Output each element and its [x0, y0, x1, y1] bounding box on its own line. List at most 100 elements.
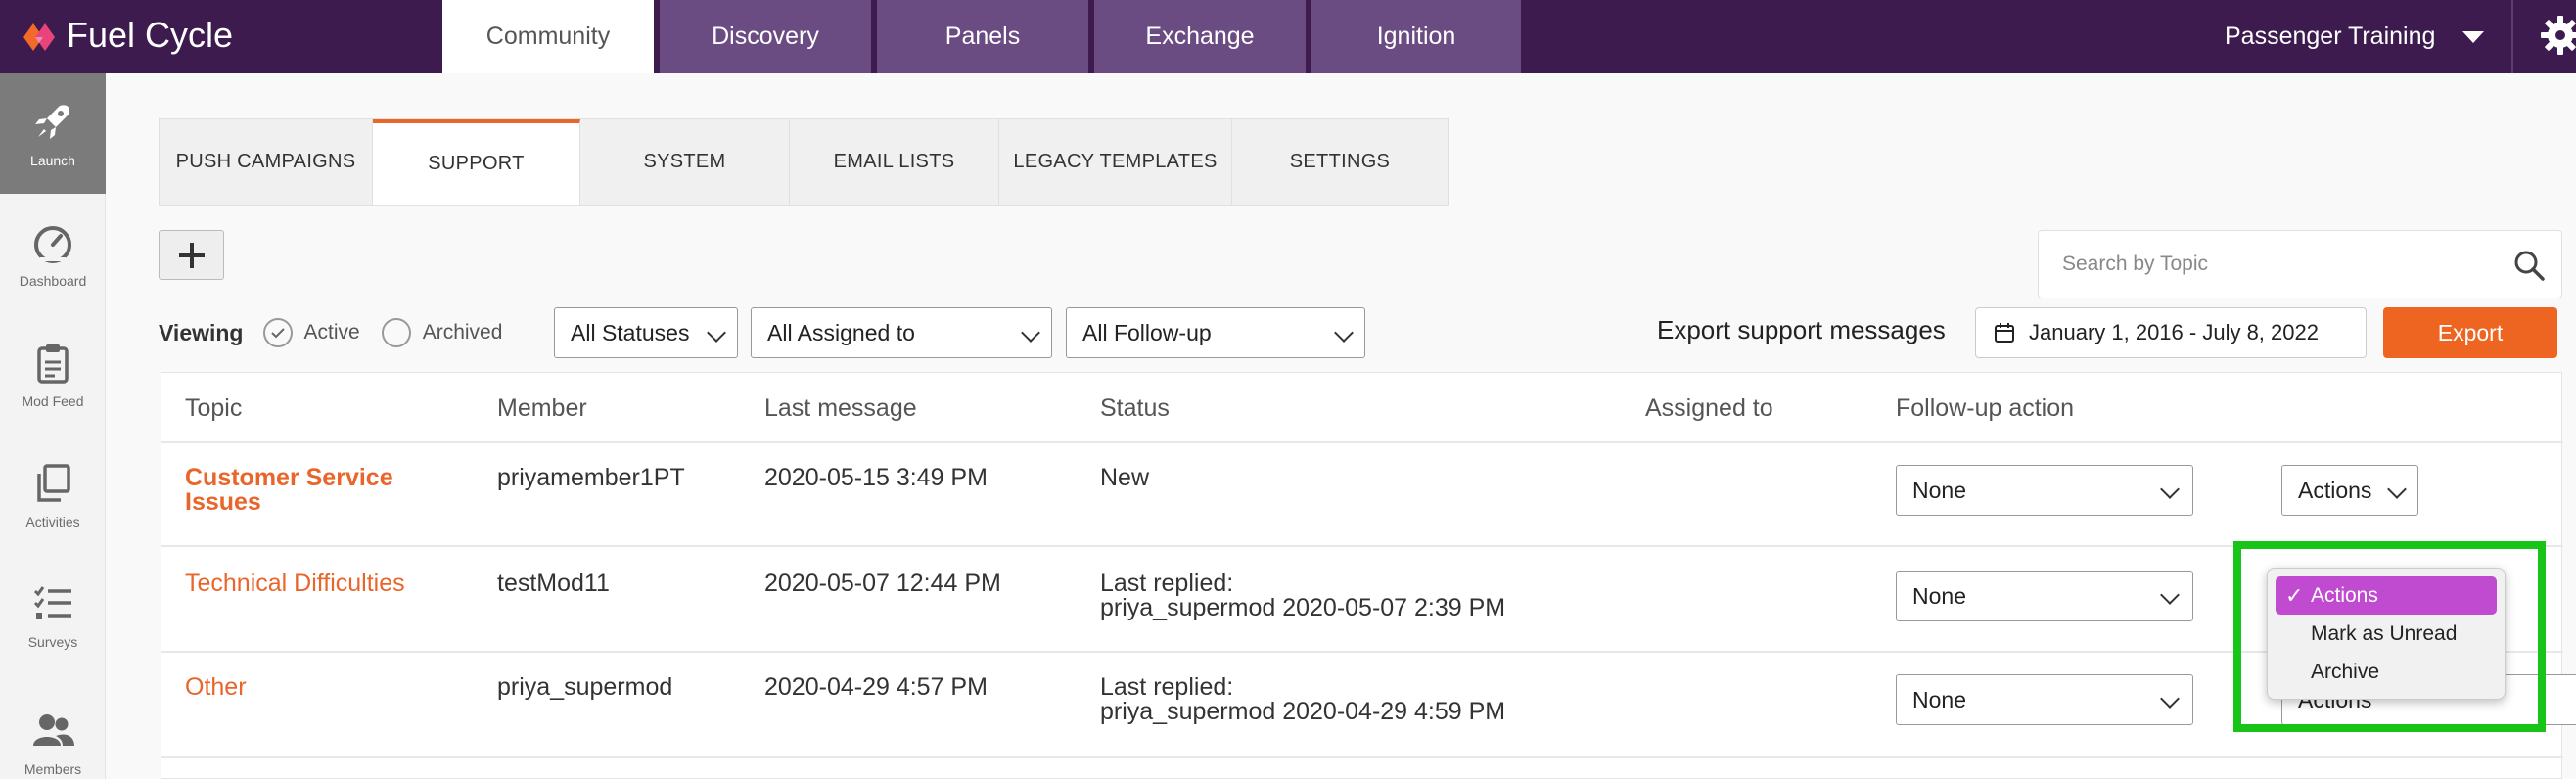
column-header-member[interactable]: Member — [497, 394, 587, 423]
tab-panels[interactable]: Panels — [877, 0, 1088, 73]
users-icon — [33, 714, 74, 746]
sidebar-item-surveys[interactable]: Surveys — [0, 555, 106, 675]
export-label: Export support messages — [1657, 315, 1946, 344]
tab-community[interactable]: Community — [442, 0, 654, 73]
member-cell: priyamember1PT — [497, 464, 685, 491]
column-header-status[interactable]: Status — [1100, 394, 1170, 423]
divider — [2511, 0, 2513, 73]
status-filter-select[interactable]: All Statuses — [554, 307, 738, 358]
followup-select[interactable]: None — [1896, 465, 2193, 516]
followup-filter-select[interactable]: All Follow-up — [1066, 307, 1365, 358]
support-table: Topic Member Last message Status Assigne… — [161, 372, 2576, 779]
sidebar-item-label: Mod Feed — [22, 392, 84, 409]
tab-exchange[interactable]: Exchange — [1094, 0, 1306, 73]
tab-label: Panels — [944, 23, 1021, 50]
main-tabs: Community Discovery Panels Exchange Igni… — [442, 0, 1527, 73]
tab-email-lists[interactable]: EMAIL LISTS — [790, 119, 999, 205]
filter-bar: Viewing Active Archived — [159, 307, 524, 358]
chevron-down-icon — [2160, 585, 2180, 605]
followup-select[interactable]: None — [1896, 571, 2193, 621]
calendar-icon — [1995, 323, 2014, 343]
sidebar-item-dashboard[interactable]: Dashboard — [0, 194, 106, 314]
column-header-followup[interactable]: Follow-up action — [1896, 394, 2074, 423]
column-header-last-message[interactable]: Last message — [764, 394, 917, 423]
tab-label: LEGACY TEMPLATES — [1013, 151, 1218, 172]
tab-legacy-templates[interactable]: LEGACY TEMPLATES — [999, 119, 1232, 205]
tab-system[interactable]: SYSTEM — [580, 119, 790, 205]
actions-select[interactable]: Actions — [2281, 465, 2418, 516]
sidebar-item-members[interactable]: Members — [0, 675, 106, 779]
chevron-down-icon — [2160, 689, 2180, 709]
clipboard-icon — [37, 344, 69, 384]
sidebar: Launch Dashboard Mod Feed Activities Sur… — [0, 73, 106, 779]
topic-link[interactable]: Customer Service Issues — [185, 466, 393, 515]
account-name: Passenger Training — [2225, 23, 2436, 50]
select-value: None — [1912, 686, 1966, 712]
tab-support[interactable]: SUPPORT — [373, 119, 580, 205]
tab-label: EMAIL LISTS — [833, 151, 955, 172]
top-navigation-bar: Fuel Cycle Community Discovery Panels Ex… — [0, 0, 2576, 73]
column-header-topic[interactable]: Topic — [185, 394, 242, 423]
topic-link[interactable]: Other — [185, 675, 247, 700]
last-message-cell: 2020-05-15 3:49 PM — [764, 464, 988, 491]
radio-label: Archived — [422, 321, 503, 344]
tab-label: Discovery — [712, 23, 819, 50]
date-range-picker[interactable]: January 1, 2016 - July 8, 2022 — [1975, 307, 2367, 358]
divider — [161, 545, 2563, 547]
sidebar-item-label: Launch — [30, 152, 75, 168]
assigned-filter-select[interactable]: All Assigned to — [751, 307, 1052, 358]
search-placeholder: Search by Topic — [2062, 252, 2209, 275]
tab-label: Community — [485, 23, 611, 50]
tab-label: SETTINGS — [1289, 151, 1391, 172]
last-message-cell: 2020-04-29 4:57 PM — [764, 673, 988, 701]
select-value: All Statuses — [571, 319, 690, 345]
logo[interactable]: Fuel Cycle — [20, 14, 233, 57]
sidebar-item-label: Dashboard — [19, 272, 87, 289]
status-text: priya_supermod 2020-05-07 2:39 PM — [1100, 594, 1506, 621]
add-button[interactable] — [159, 230, 224, 280]
tab-discovery[interactable]: Discovery — [660, 0, 871, 73]
radio-archived[interactable]: Archived — [381, 318, 503, 347]
select-value: Actions — [2298, 477, 2372, 503]
status-cell: New — [1100, 464, 1150, 491]
date-range-value: January 1, 2016 - July 8, 2022 — [2029, 320, 2319, 344]
tab-settings[interactable]: SETTINGS — [1232, 119, 1448, 205]
fuel-cycle-logo-icon — [23, 23, 55, 51]
topic-link[interactable]: Technical Difficulties — [185, 572, 405, 596]
chevron-down-icon — [2160, 480, 2180, 499]
sidebar-item-label: Activities — [25, 513, 80, 529]
divider — [161, 441, 2563, 443]
member-cell: testMod11 — [497, 570, 610, 597]
column-header-assigned-to[interactable]: Assigned to — [1645, 394, 1773, 423]
tab-label: Ignition — [1376, 23, 1456, 50]
account-menu[interactable]: Passenger Training — [2225, 0, 2485, 73]
radio-active[interactable]: Active — [262, 318, 360, 347]
search-icon[interactable] — [2512, 249, 2546, 282]
tab-ignition[interactable]: Ignition — [1311, 0, 1521, 73]
export-button[interactable]: Export — [2383, 307, 2557, 358]
status-cell: Last replied: priya_supermod 2020-04-29 … — [1100, 675, 1505, 724]
gear-icon[interactable] — [2539, 14, 2576, 57]
search-input[interactable]: Search by Topic — [2038, 230, 2562, 298]
sidebar-item-activities[interactable]: Activities — [0, 435, 106, 555]
chevron-down-icon — [1334, 323, 1354, 343]
tab-label: Exchange — [1145, 23, 1255, 50]
last-message-cell: 2020-05-07 12:44 PM — [764, 570, 1001, 597]
gauge-icon — [34, 225, 71, 263]
radio-checked-icon — [262, 318, 293, 347]
status-text: Last replied: — [1100, 570, 1234, 597]
followup-select[interactable]: None — [1896, 674, 2193, 725]
radio-unchecked-icon — [381, 318, 411, 347]
topic-text: Customer Service — [185, 464, 393, 491]
status-cell: Last replied: priya_supermod 2020-05-07 … — [1100, 572, 1505, 620]
member-cell: priya_supermod — [497, 673, 673, 701]
rocket-icon — [35, 104, 69, 139]
select-value: None — [1912, 582, 1966, 609]
button-label: Export — [2437, 319, 2504, 345]
logo-text: Fuel Cycle — [67, 15, 234, 55]
tab-label: PUSH CAMPAIGNS — [175, 151, 356, 172]
sidebar-item-launch[interactable]: Launch — [0, 73, 106, 194]
divider — [161, 651, 2563, 653]
tab-push-campaigns[interactable]: PUSH CAMPAIGNS — [160, 119, 373, 205]
sidebar-item-mod-feed[interactable]: Mod Feed — [0, 314, 106, 435]
